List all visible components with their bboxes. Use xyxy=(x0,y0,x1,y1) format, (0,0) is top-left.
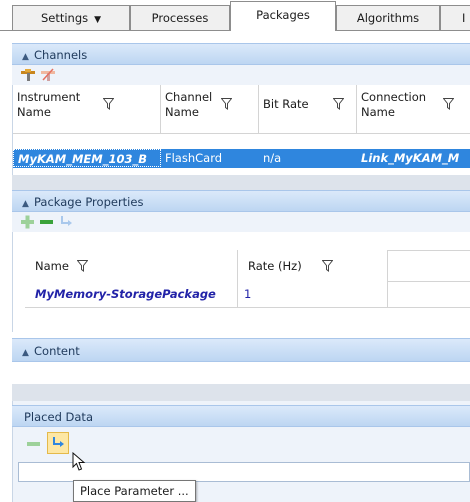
left-gutter xyxy=(0,31,12,502)
tab-packages-label: Packages xyxy=(256,8,310,22)
header-divider xyxy=(13,133,470,134)
section-gap xyxy=(12,384,470,401)
column-header-channel-name[interactable]: Channel Name xyxy=(161,85,259,133)
package-grid: Name Rate (Hz) MyMemory-StoragePackage 1 xyxy=(12,232,470,332)
filter-icon[interactable] xyxy=(322,260,333,272)
column-header-label: Rate (Hz) xyxy=(248,259,302,273)
add-icon[interactable] xyxy=(20,215,36,229)
table-row[interactable]: MyMemory-StoragePackage 1 xyxy=(25,282,470,308)
column-header-label: Name xyxy=(17,105,51,119)
cell-package-name[interactable]: MyMemory-StoragePackage xyxy=(25,282,238,307)
column-header-bit-rate[interactable]: Bit Rate xyxy=(259,85,357,133)
column-header-connection-name[interactable]: Connection Name xyxy=(357,85,470,133)
tab-processes-label: Processes xyxy=(151,11,209,25)
tab-strip: Settings ▼ Processes Packages Algorithms … xyxy=(0,0,470,31)
tooltip-text: Place Parameter ... xyxy=(80,484,189,498)
tab-processes[interactable]: Processes xyxy=(130,5,230,30)
channels-grid: Instrument Name Channel Name Bit Rate Co… xyxy=(12,85,470,175)
filter-icon[interactable] xyxy=(77,260,88,272)
channels-title: Channels xyxy=(34,48,88,62)
mouse-cursor-icon xyxy=(72,452,86,471)
column-header-name[interactable]: Name xyxy=(25,250,238,282)
content-body xyxy=(12,362,470,384)
placed-data-title: Placed Data xyxy=(24,410,93,424)
tab-algorithms[interactable]: Algorithms xyxy=(336,5,440,30)
cell-instrument-name[interactable]: MyKAM_MEM_103_B xyxy=(13,149,161,167)
table-row[interactable]: MyKAM_MEM_103_B FlashCard n/a Link_MyKAM… xyxy=(13,149,470,168)
package-toolbar xyxy=(12,212,470,232)
tooltip: Place Parameter ... xyxy=(73,480,196,502)
column-header-label: Name xyxy=(35,259,69,273)
package-properties-title: Package Properties xyxy=(34,195,144,209)
filter-icon[interactable] xyxy=(333,98,344,110)
filter-icon[interactable] xyxy=(221,98,232,110)
cell-bit-rate[interactable]: n/a xyxy=(259,149,357,167)
channels-header[interactable]: ▲ Channels xyxy=(12,43,470,65)
connect-icon[interactable] xyxy=(20,68,36,82)
cell-connection-name[interactable]: Link_MyKAM_M xyxy=(357,149,470,167)
tab-settings-label: Settings xyxy=(40,11,89,25)
channels-toolbar xyxy=(12,65,470,85)
placed-data-header: Placed Data xyxy=(12,405,470,427)
dropdown-arrow-icon: ▼ xyxy=(94,15,102,25)
tab-settings[interactable]: Settings ▼ xyxy=(12,5,130,30)
tab-partial[interactable]: I xyxy=(440,5,470,30)
content-header[interactable]: ▲ Content xyxy=(12,338,470,362)
disconnect-icon[interactable] xyxy=(40,68,56,82)
filter-icon[interactable] xyxy=(103,98,114,110)
place-arrow-icon[interactable] xyxy=(58,215,74,229)
tab-packages[interactable]: Packages xyxy=(230,1,336,31)
column-header-label: Instrument xyxy=(17,90,81,104)
remove-icon[interactable] xyxy=(26,437,42,451)
column-header-instrument-name[interactable]: Instrument Name xyxy=(13,85,161,133)
content-title: Content xyxy=(34,344,80,358)
section-gap xyxy=(12,175,470,190)
tab-partial-label: I xyxy=(462,11,466,25)
cell-channel-name[interactable]: FlashCard xyxy=(161,149,259,167)
remove-icon[interactable] xyxy=(39,215,55,229)
place-parameter-button[interactable] xyxy=(47,432,69,454)
place-arrow-icon xyxy=(53,437,64,447)
cell-rate[interactable]: 1 xyxy=(238,282,388,307)
column-header-label: Channel xyxy=(165,90,213,104)
column-header-rate[interactable]: Rate (Hz) xyxy=(238,250,388,282)
column-header-label: Name xyxy=(165,105,199,119)
filter-icon[interactable] xyxy=(443,98,454,110)
package-properties-header[interactable]: ▲ Package Properties xyxy=(12,190,470,212)
tab-algorithms-label: Algorithms xyxy=(356,11,420,25)
